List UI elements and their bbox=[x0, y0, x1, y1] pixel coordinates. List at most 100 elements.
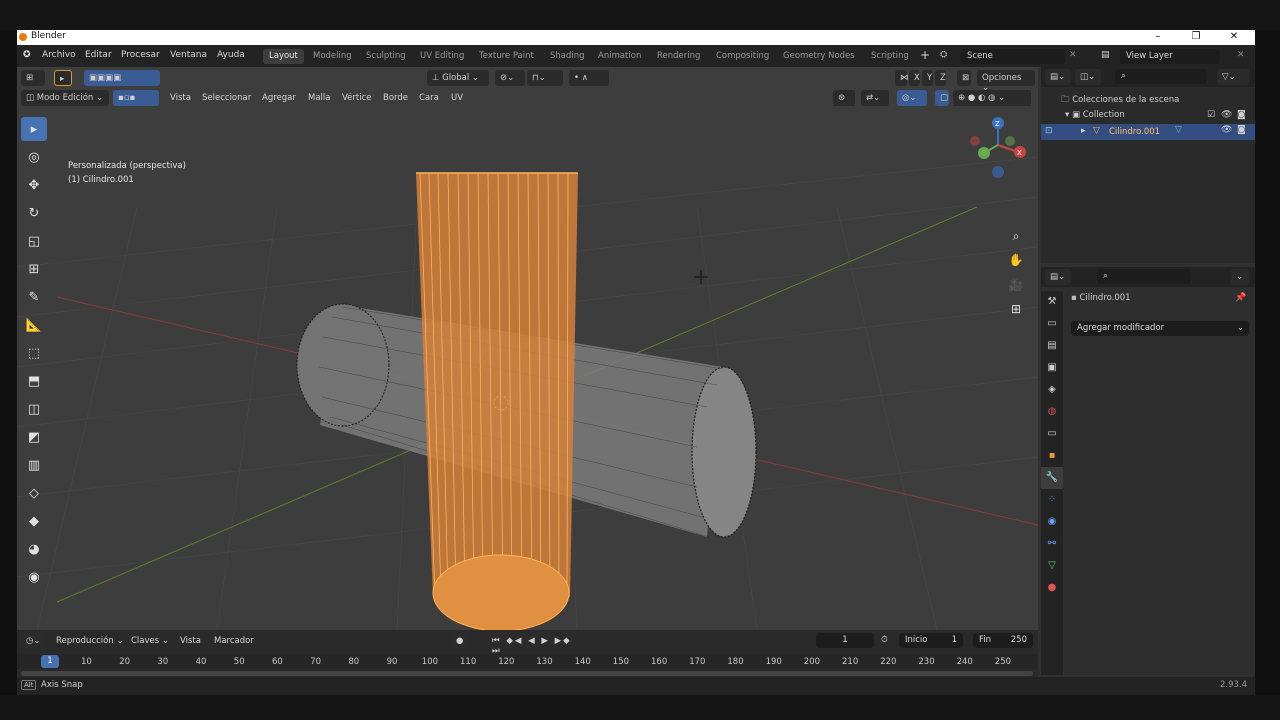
scene-icon[interactable]: ⛭ bbox=[940, 50, 947, 60]
particles-tab-icon[interactable]: ⁘ bbox=[1041, 489, 1063, 511]
expand-arrow-icon[interactable]: ▸ bbox=[1081, 126, 1086, 136]
proportional-edit-icon[interactable]: • ∧ bbox=[569, 70, 609, 86]
timeline-editor-icon[interactable]: ◷⌄ bbox=[21, 633, 45, 649]
editor-type-icon[interactable]: ⊞ bbox=[21, 70, 45, 86]
extrude-tool-icon[interactable]: ⬒ bbox=[21, 369, 47, 393]
xray-toggle-icon[interactable]: ▢ bbox=[935, 90, 949, 106]
object-camera-icon[interactable]: ◙ bbox=[1237, 125, 1246, 135]
select-tool-icon[interactable]: ▸ bbox=[54, 70, 72, 86]
menu-borde[interactable]: Borde bbox=[383, 93, 408, 103]
select-mode-icons[interactable]: ▪▫▪ bbox=[113, 90, 159, 106]
tab-shading[interactable]: Shading bbox=[544, 49, 591, 64]
tab-layout[interactable]: Layout bbox=[263, 49, 304, 64]
scale-tool-icon[interactable]: ◱ bbox=[21, 229, 47, 253]
view-layer-tab-icon[interactable]: ▣ bbox=[1041, 357, 1063, 379]
snap-icon[interactable]: ⊓⌄ bbox=[527, 70, 563, 86]
record-icon[interactable]: ● bbox=[451, 633, 469, 649]
tree-collection[interactable]: ▾ ▣ Collection bbox=[1065, 110, 1125, 120]
tab-modeling[interactable]: Modeling bbox=[307, 49, 358, 64]
move-tool-icon[interactable]: ✥ bbox=[21, 173, 47, 197]
properties-options-icon[interactable]: ⌄ bbox=[1231, 269, 1249, 285]
cursor-tool-icon[interactable]: ◎ bbox=[21, 145, 47, 169]
spin-tool-icon[interactable]: ◕ bbox=[21, 537, 47, 561]
current-frame-field[interactable]: 1 bbox=[816, 633, 874, 648]
menu-reproduccion[interactable]: Reproducción ⌄ bbox=[56, 636, 124, 646]
scene-tab-icon[interactable]: ◈ bbox=[1041, 379, 1063, 401]
collection-camera-icon[interactable]: ◙ bbox=[1237, 110, 1246, 120]
menu-cara[interactable]: Cara bbox=[419, 93, 439, 103]
rotate-tool-icon[interactable]: ↻ bbox=[21, 201, 47, 225]
material-tab-icon[interactable]: ● bbox=[1041, 577, 1063, 599]
world-tab-icon[interactable]: ◍ bbox=[1041, 401, 1063, 423]
data-tab-icon[interactable]: ▽ bbox=[1041, 555, 1063, 577]
view-layer-delete-icon[interactable]: ✕ bbox=[1237, 50, 1245, 60]
poly-build-tool-icon[interactable]: ◆ bbox=[21, 509, 47, 533]
collection-tab-icon[interactable]: ▭ bbox=[1041, 423, 1063, 445]
tab-compositing[interactable]: Compositing bbox=[710, 49, 775, 64]
start-frame-field[interactable]: Inicio 1 bbox=[899, 633, 963, 648]
outliner-search-input[interactable]: ⌕ bbox=[1115, 69, 1207, 84]
object-tab-icon[interactable]: ▪ bbox=[1041, 445, 1063, 467]
render-tab-icon[interactable]: ▭ bbox=[1041, 313, 1063, 335]
menu-archivo[interactable]: Archivo bbox=[42, 50, 76, 60]
menu-timeline-vista[interactable]: Vista bbox=[180, 636, 201, 646]
output-tab-icon[interactable]: ▤ bbox=[1041, 335, 1063, 357]
mode-selector[interactable]: ◫ Modo Edición ⌄ bbox=[21, 90, 109, 106]
menu-malla[interactable]: Malla bbox=[308, 93, 330, 103]
shading-mode-buttons[interactable]: ⊕ ● ◐ ◍ ⌄ bbox=[953, 90, 1031, 106]
tab-scripting[interactable]: Scripting bbox=[865, 49, 915, 64]
end-frame-field[interactable]: Fin 250 bbox=[973, 633, 1033, 648]
zoom-icon[interactable]: ⌕ bbox=[1007, 229, 1025, 247]
visibility-icon[interactable]: ⊛ bbox=[833, 90, 855, 106]
select-box-tool-icon[interactable]: ▸ bbox=[21, 117, 47, 141]
blender-menu-icon[interactable]: ✪ bbox=[23, 50, 31, 60]
camera-view-icon[interactable]: 🎥 bbox=[1007, 278, 1025, 296]
menu-editar[interactable]: Editar bbox=[85, 50, 112, 60]
playback-controls[interactable]: ⏮ ◆◀ ◀ ▶ ▶◆ ⏭ bbox=[487, 633, 583, 656]
stopwatch-icon[interactable]: ⏱ bbox=[881, 635, 888, 645]
tree-object-row[interactable]: ⊡ ▸ ▽ Cilindro.001 ▽ 👁 ◙ bbox=[1041, 124, 1255, 140]
object-eye-icon[interactable]: 👁 bbox=[1221, 125, 1232, 135]
collection-checkbox-icon[interactable]: ☑ bbox=[1207, 110, 1215, 120]
pin-icon[interactable]: 📌 bbox=[1235, 293, 1246, 303]
tree-root[interactable]: 🗀 Colecciones de la escena bbox=[1061, 94, 1179, 108]
inset-tool-icon[interactable]: ◫ bbox=[21, 397, 47, 421]
properties-search-input[interactable]: ⌕ bbox=[1097, 269, 1191, 284]
maximize-icon[interactable]: ❐ bbox=[1186, 30, 1206, 45]
options-dropdown[interactable]: Opciones ⌄ bbox=[977, 70, 1035, 93]
transform-orientation[interactable]: ⊥ Global ⌄ bbox=[427, 70, 489, 86]
3d-viewport[interactable]: Z X ⊞ ▸ ▣▣▣▣ ⊥ Global ⌄ ⊘⌄ ⊓⌄ • ∧ ⋈ X Y … bbox=[17, 67, 1038, 630]
menu-uv[interactable]: UV bbox=[451, 93, 463, 103]
measure-tool-icon[interactable]: 📐 bbox=[21, 313, 47, 337]
loop-cut-tool-icon[interactable]: ▥ bbox=[21, 453, 47, 477]
constraints-tab-icon[interactable]: ⚯ bbox=[1041, 533, 1063, 555]
add-modifier-dropdown[interactable]: Agregar modificador ⌄ bbox=[1071, 321, 1249, 336]
menu-vertice[interactable]: Vértice bbox=[342, 93, 371, 103]
mirror-icon[interactable]: ⋈ bbox=[895, 70, 909, 86]
pivot-icon[interactable]: ⊘⌄ bbox=[495, 70, 525, 86]
annotate-tool-icon[interactable]: ✎ bbox=[21, 285, 47, 309]
pan-hand-icon[interactable]: ✋ bbox=[1007, 253, 1025, 271]
filter-icon[interactable]: ▽⌄ bbox=[1217, 69, 1249, 85]
menu-seleccionar[interactable]: Seleccionar bbox=[202, 93, 251, 103]
add-cube-tool-icon[interactable]: ⬚ bbox=[21, 341, 47, 365]
view-layer-selector[interactable]: View Layer bbox=[1120, 49, 1220, 64]
modifier-tab-icon[interactable]: 🔧 bbox=[1041, 467, 1063, 489]
menu-ventana[interactable]: Ventana bbox=[170, 50, 207, 60]
tab-rendering[interactable]: Rendering bbox=[651, 49, 706, 64]
auto-merge-icon[interactable]: ⊠ bbox=[957, 70, 971, 86]
menu-procesar[interactable]: Procesar bbox=[121, 50, 160, 60]
scene-delete-icon[interactable]: ✕ bbox=[1069, 50, 1077, 60]
physics-tab-icon[interactable]: ◉ bbox=[1041, 511, 1063, 533]
edit-mode-icon[interactable]: ⊡ bbox=[1045, 126, 1053, 136]
properties-editor-icon[interactable]: ▤⌄ bbox=[1045, 269, 1071, 285]
menu-vista[interactable]: Vista bbox=[170, 93, 191, 103]
smooth-tool-icon[interactable]: ◉ bbox=[21, 565, 47, 589]
tab-texture-paint[interactable]: Texture Paint bbox=[473, 49, 540, 64]
tool-tab-icon[interactable]: ⚒ bbox=[1041, 291, 1063, 313]
menu-marcador[interactable]: Marcador bbox=[214, 636, 254, 646]
menu-claves[interactable]: Claves ⌄ bbox=[131, 636, 169, 646]
outliner-editor-icon[interactable]: ▤⌄ bbox=[1045, 69, 1071, 85]
scene-selector[interactable]: Scene bbox=[961, 49, 1065, 64]
display-mode-icon[interactable]: ◫⌄ bbox=[1075, 69, 1101, 85]
